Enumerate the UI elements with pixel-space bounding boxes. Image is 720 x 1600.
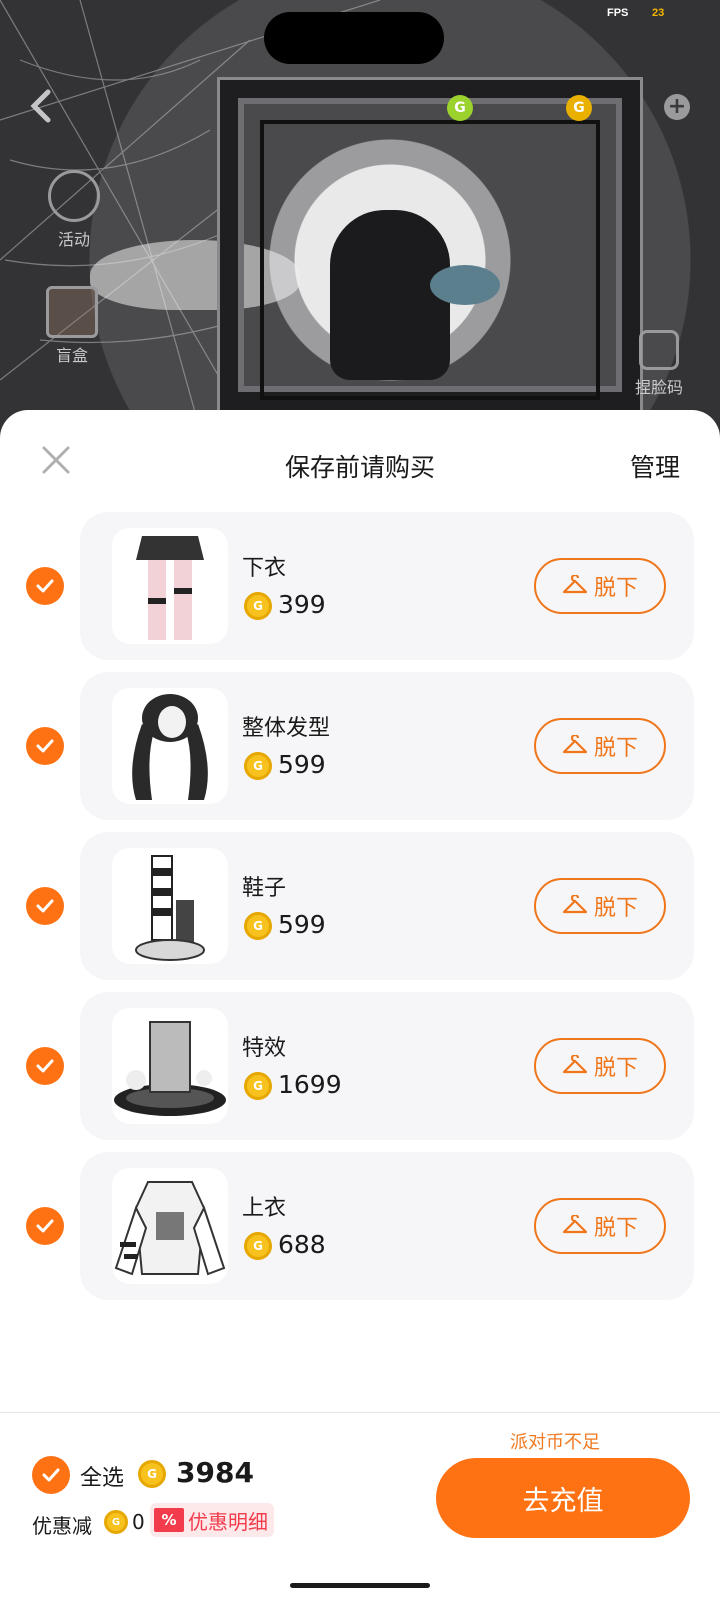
- green-coin-icon: G: [447, 95, 473, 121]
- blind-box-button[interactable]: 盲盒: [36, 286, 108, 366]
- item-price: 399: [278, 590, 326, 619]
- coin-icon: G: [138, 1460, 166, 1488]
- item-name: 鞋子: [242, 876, 287, 901]
- checkmark-icon: [36, 739, 54, 753]
- total-price: 3984: [176, 1456, 254, 1489]
- checkmark-icon: [42, 1468, 60, 1482]
- camera-notch: [264, 12, 444, 64]
- item-card: 整体发型 G 599 脱下: [80, 672, 694, 820]
- select-all-checkbox[interactable]: [32, 1456, 70, 1494]
- fps-value: 23: [652, 7, 665, 19]
- item-name: 特效: [242, 1036, 287, 1061]
- hanger-icon: [562, 1215, 588, 1234]
- select-all-label[interactable]: 全选: [80, 1460, 124, 1492]
- coin-icon: G: [244, 592, 272, 620]
- remove-label: 脱下: [593, 1055, 638, 1080]
- checkmark-icon: [36, 899, 54, 913]
- manage-button[interactable]: 管理: [630, 448, 680, 484]
- item-card: 下衣 G 399 脱下: [80, 512, 694, 660]
- item-checkbox[interactable]: [26, 1047, 64, 1085]
- remove-label: 脱下: [593, 575, 638, 600]
- checkmark-icon: [36, 1059, 54, 1073]
- remove-label: 脱下: [593, 735, 638, 760]
- gold-coin-icon: G: [566, 95, 592, 121]
- face-code-button[interactable]: 捏脸码: [624, 330, 694, 398]
- avatar-figure: [330, 210, 450, 380]
- activity-button[interactable]: 活动: [38, 170, 110, 250]
- remove-label: 脱下: [593, 895, 638, 920]
- coin-icon: G: [244, 1232, 272, 1260]
- item-checkbox[interactable]: [26, 567, 64, 605]
- back-arrow-icon[interactable]: [26, 88, 56, 124]
- list-item: 鞋子 G 599 脱下: [0, 832, 720, 980]
- activity-label: 活动: [57, 230, 90, 249]
- fps-label: FPS: [607, 7, 629, 19]
- coin-icon: G: [244, 1072, 272, 1100]
- item-checkbox[interactable]: [26, 887, 64, 925]
- edit-icon: [639, 330, 679, 370]
- add-currency-icon[interactable]: +: [664, 94, 690, 120]
- recharge-button[interactable]: 去充值: [436, 1458, 690, 1538]
- remove-button[interactable]: 脱下: [534, 1198, 666, 1254]
- avatar-background-scene: G G + 活动 盲盒 捏脸码: [0, 0, 720, 430]
- effect-thumbnail: [112, 1008, 228, 1124]
- blind-box-label: 盲盒: [55, 346, 88, 365]
- remove-button[interactable]: 脱下: [534, 718, 666, 774]
- remove-button[interactable]: 脱下: [534, 558, 666, 614]
- hanger-icon: [562, 1055, 588, 1074]
- coin-icon: G: [104, 1510, 128, 1534]
- remove-label: 脱下: [593, 1215, 638, 1240]
- footer-divider: [0, 1412, 720, 1413]
- list-item: 下衣 G 399 脱下: [0, 512, 720, 660]
- list-item: 整体发型 G 599 脱下: [0, 672, 720, 820]
- item-price: 599: [278, 910, 326, 939]
- sheet-title: 保存前请购买: [284, 453, 435, 482]
- item-price: 688: [278, 1230, 326, 1259]
- star-icon: [48, 170, 100, 222]
- gift-box-icon: [46, 286, 98, 338]
- item-card: 鞋子 G 599 脱下: [80, 832, 694, 980]
- discount-value: 0: [132, 1510, 145, 1534]
- item-checkbox[interactable]: [26, 1207, 64, 1245]
- shark-pet: [430, 265, 500, 305]
- coin-icon: G: [244, 912, 272, 940]
- item-name: 整体发型: [242, 716, 331, 741]
- coin-icon: G: [244, 752, 272, 780]
- shoes-thumbnail: [112, 848, 228, 964]
- remove-button[interactable]: 脱下: [534, 1038, 666, 1094]
- item-card: 特效 G 1699 脱下: [80, 992, 694, 1140]
- item-checkbox[interactable]: [26, 727, 64, 765]
- discount-label: 优惠减: [32, 1514, 92, 1538]
- home-indicator: [290, 1583, 430, 1588]
- discount-detail-label: 优惠明细: [188, 1509, 268, 1534]
- hanger-icon: [562, 735, 588, 754]
- insufficient-balance-text: 派对币不足: [510, 1432, 600, 1453]
- item-name: 下衣: [242, 556, 287, 581]
- face-code-label: 捏脸码: [634, 378, 683, 397]
- item-card: 上衣 G 688 脱下: [80, 1152, 694, 1300]
- hair-thumbnail: [112, 688, 228, 804]
- item-price: 599: [278, 750, 326, 779]
- list-item: 上衣 G 688 脱下: [0, 1152, 720, 1300]
- top-thumbnail: [112, 1168, 228, 1284]
- list-item: 特效 G 1699 脱下: [0, 992, 720, 1140]
- checkmark-icon: [36, 1219, 54, 1233]
- hanger-icon: [562, 895, 588, 914]
- checkmark-icon: [36, 579, 54, 593]
- item-name: 上衣: [242, 1196, 287, 1221]
- percent-badge-icon: %: [154, 1508, 184, 1532]
- remove-button[interactable]: 脱下: [534, 878, 666, 934]
- hanger-icon: [562, 575, 588, 594]
- discount-detail-button[interactable]: % 优惠明细: [150, 1503, 274, 1537]
- item-price: 1699: [278, 1070, 342, 1099]
- pants-thumbnail: [112, 528, 228, 644]
